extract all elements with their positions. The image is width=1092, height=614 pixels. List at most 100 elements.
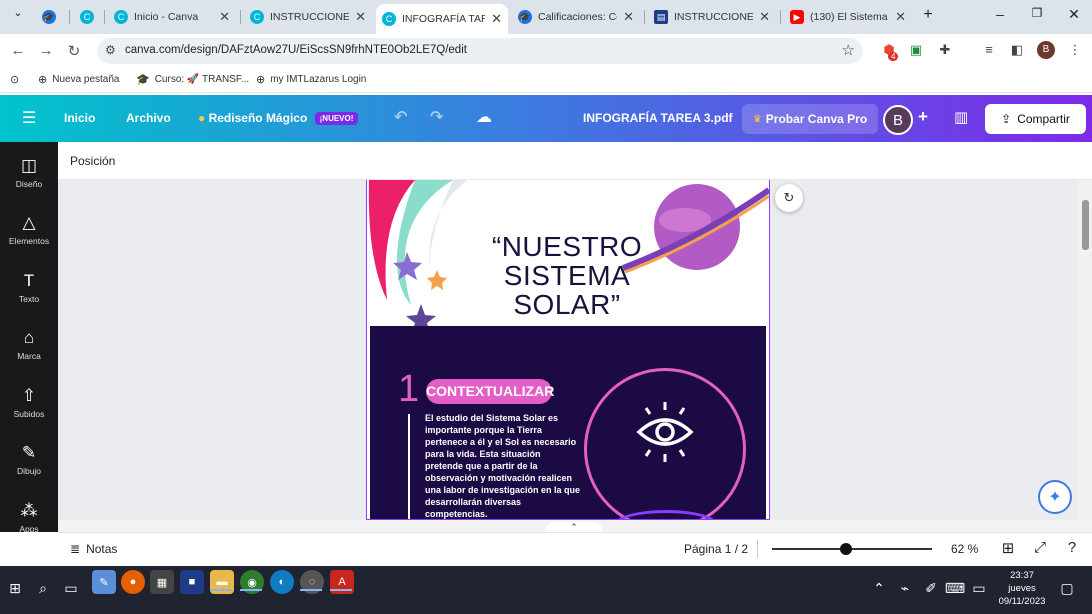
clock-time: 23:37 bbox=[1010, 570, 1034, 581]
show-hidden-icons-icon[interactable]: ⌃ bbox=[868, 577, 890, 599]
design-canvas[interactable]: “NUESTRO SISTEMA SOLAR” 1 CONTEXTUALIZAR… bbox=[58, 180, 1078, 520]
close-tab-icon[interactable]: ✕ bbox=[355, 9, 366, 25]
file-menu-button[interactable]: Archivo bbox=[126, 111, 171, 125]
profile-avatar[interactable]: B bbox=[1037, 41, 1055, 59]
bookmark-item[interactable]: 🎓 Curso: 🚀 TRANSF... bbox=[136, 73, 249, 86]
search-icon[interactable]: ⌕ bbox=[32, 577, 54, 599]
zoom-slider[interactable] bbox=[772, 548, 932, 550]
reload-icon[interactable]: ↻ bbox=[64, 42, 84, 60]
comet-stripe-mint bbox=[396, 180, 453, 305]
try-canva-pro-button[interactable]: ♛ Probar Canva Pro bbox=[742, 104, 878, 134]
grid-view-icon[interactable]: ⊞ bbox=[998, 539, 1018, 557]
home-button[interactable]: Inicio bbox=[64, 111, 95, 125]
more-menu-icon[interactable]: ⋮ bbox=[1066, 42, 1084, 58]
browser-tab[interactable]: C bbox=[74, 6, 104, 28]
magic-assistant-icon[interactable]: ✦ bbox=[1038, 480, 1072, 514]
redo-icon[interactable]: ↷ bbox=[430, 107, 443, 127]
comet-stripe-light bbox=[429, 180, 467, 290]
share-button[interactable]: ⇪ Compartir bbox=[985, 104, 1086, 134]
forward-icon[interactable]: → bbox=[36, 42, 56, 59]
store-icon[interactable]: ▦ bbox=[150, 570, 174, 594]
document-title[interactable]: INFOGRAFÍA TAREA 3.pdf bbox=[583, 111, 733, 125]
sidebar-item-design[interactable]: ◫ Diseño bbox=[0, 156, 58, 189]
sidebar-item-text[interactable]: T Texto bbox=[0, 271, 58, 304]
new-tab-button[interactable]: + bbox=[916, 6, 940, 24]
brand-icon: ⌂ bbox=[23, 328, 35, 347]
side-panel-icon[interactable]: ◧ bbox=[1008, 42, 1026, 58]
sidebar-item-draw[interactable]: ✎ Dibujo bbox=[0, 443, 58, 476]
extension-green-icon[interactable]: ▣ bbox=[907, 42, 925, 58]
step-body-text: El estudio del Sistema Solar es importan… bbox=[425, 413, 581, 519]
browser-tab[interactable]: C Inicio - Canva ✕ bbox=[108, 6, 236, 28]
help-icon[interactable]: ? bbox=[1062, 539, 1082, 556]
position-button[interactable]: Posición bbox=[70, 154, 115, 168]
network-icon[interactable]: ⌁ bbox=[894, 577, 916, 599]
bookmark-star-icon[interactable]: ☆ bbox=[842, 41, 855, 59]
design-page[interactable]: “NUESTRO SISTEMA SOLAR” 1 CONTEXTUALIZAR… bbox=[366, 180, 770, 520]
step-title: CONTEXTUALIZAR bbox=[426, 379, 554, 404]
close-tab-icon[interactable]: ✕ bbox=[623, 9, 634, 25]
notifications-icon[interactable]: ▢ bbox=[1056, 577, 1078, 599]
firefox-icon[interactable]: ● bbox=[121, 570, 145, 594]
close-tab-icon[interactable]: ✕ bbox=[219, 9, 230, 25]
close-window-button[interactable]: ✕ bbox=[1062, 6, 1086, 23]
zoom-value[interactable]: 62 % bbox=[951, 542, 978, 556]
app-icon[interactable]: ■ bbox=[180, 570, 204, 594]
clock-day: jueves bbox=[1008, 583, 1036, 594]
notes-button[interactable]: ≣ Notas bbox=[70, 542, 117, 556]
hamburger-menu-icon[interactable]: ☰ bbox=[22, 108, 36, 128]
add-collaborator-icon[interactable]: + bbox=[918, 107, 928, 127]
close-tab-icon[interactable]: ✕ bbox=[759, 9, 770, 25]
url-text[interactable]: canva.com/design/DAFztAow27U/EiScsSN9frh… bbox=[125, 44, 467, 56]
share-icon: ⇪ bbox=[1001, 112, 1012, 126]
close-tab-icon[interactable]: ✕ bbox=[491, 11, 502, 27]
draw-icon: ✎ bbox=[21, 443, 37, 462]
close-tab-icon[interactable]: ✕ bbox=[895, 9, 906, 25]
cloud-save-icon[interactable]: ☁ bbox=[476, 107, 492, 127]
sidebar-item-uploads[interactable]: ⇧ Subidos bbox=[0, 386, 58, 419]
clock[interactable]: 23:37 jueves 09/11/2023 bbox=[992, 569, 1052, 608]
sidebar-item-label: Texto bbox=[18, 294, 40, 304]
analytics-icon[interactable]: ▥ bbox=[954, 108, 968, 126]
browser-tab[interactable]: 🎓 Calificaciones: Cor ✕ bbox=[512, 6, 640, 28]
tab-search-icon[interactable]: ⌄ bbox=[6, 6, 30, 19]
context-toolbar: Posición bbox=[58, 142, 1092, 180]
media-control-icon[interactable]: ≡ bbox=[980, 42, 998, 57]
back-icon[interactable]: ← bbox=[8, 42, 28, 59]
bookmark-item[interactable]: ⊕ Nueva pestaña bbox=[38, 73, 120, 86]
browser-tab[interactable]: ▤ INSTRUCCIONES T ✕ bbox=[648, 6, 776, 28]
refresh-element-icon[interactable]: ↻ bbox=[775, 184, 803, 212]
browser-tab[interactable]: 🎓 bbox=[36, 6, 66, 28]
puzzle-icon[interactable]: ✚ bbox=[936, 42, 954, 58]
fullscreen-icon[interactable]: ⤢ bbox=[1030, 539, 1050, 556]
sidebar-item-brand[interactable]: ⌂ Marca bbox=[0, 328, 58, 361]
document-icon: ▤ bbox=[654, 10, 668, 24]
notes-icon: ≣ bbox=[70, 542, 81, 556]
pen-icon[interactable]: ✐ bbox=[920, 577, 942, 599]
user-avatar[interactable]: B bbox=[883, 105, 913, 135]
chrome-apps-icon[interactable]: ⊙ bbox=[10, 73, 19, 86]
zoom-slider-handle[interactable] bbox=[840, 543, 852, 555]
display-icon[interactable]: ▭ bbox=[968, 577, 990, 599]
page-indicator[interactable]: Página 1 / 2 bbox=[684, 542, 748, 556]
undo-icon[interactable]: ↶ bbox=[394, 107, 407, 127]
browser-tab[interactable]: ▶ (130) El Sistema So ✕ bbox=[784, 6, 912, 28]
magic-redesign-button[interactable]: ● Rediseño Mágico ¡NUEVO! bbox=[198, 111, 359, 125]
minimize-button[interactable]: – bbox=[988, 6, 1012, 22]
site-info-icon[interactable]: ⚙ bbox=[105, 43, 116, 57]
edge-icon[interactable]: ◐ bbox=[270, 570, 294, 594]
sidebar-item-elements[interactable]: △ Elementos bbox=[0, 213, 58, 246]
keyboard-icon[interactable]: ⌨ bbox=[944, 577, 966, 599]
windows-start-icon[interactable]: ⊞ bbox=[4, 577, 26, 599]
omnibox[interactable]: ⚙ canva.com/design/DAFztAow27U/EiScsSN9f… bbox=[97, 38, 863, 64]
browser-tab[interactable]: C INSTRUCCIONES T ✕ bbox=[244, 6, 372, 28]
task-view-icon[interactable]: ▭ bbox=[60, 577, 82, 599]
eye-circle bbox=[584, 368, 746, 519]
browser-tab-active[interactable]: C INFOGRAFÍA TARE ✕ bbox=[376, 4, 508, 34]
vertical-scrollbar[interactable] bbox=[1078, 180, 1092, 520]
app-paint-icon[interactable]: ✎ bbox=[92, 570, 116, 594]
bookmark-label: Curso: 🚀 TRANSF... bbox=[154, 74, 250, 85]
restore-button[interactable]: ❐ bbox=[1025, 6, 1049, 20]
bookmark-item[interactable]: ⊕ my IMTLazarus Login bbox=[256, 73, 366, 86]
sidebar-item-apps[interactable]: ⁂ Apps bbox=[0, 501, 58, 534]
